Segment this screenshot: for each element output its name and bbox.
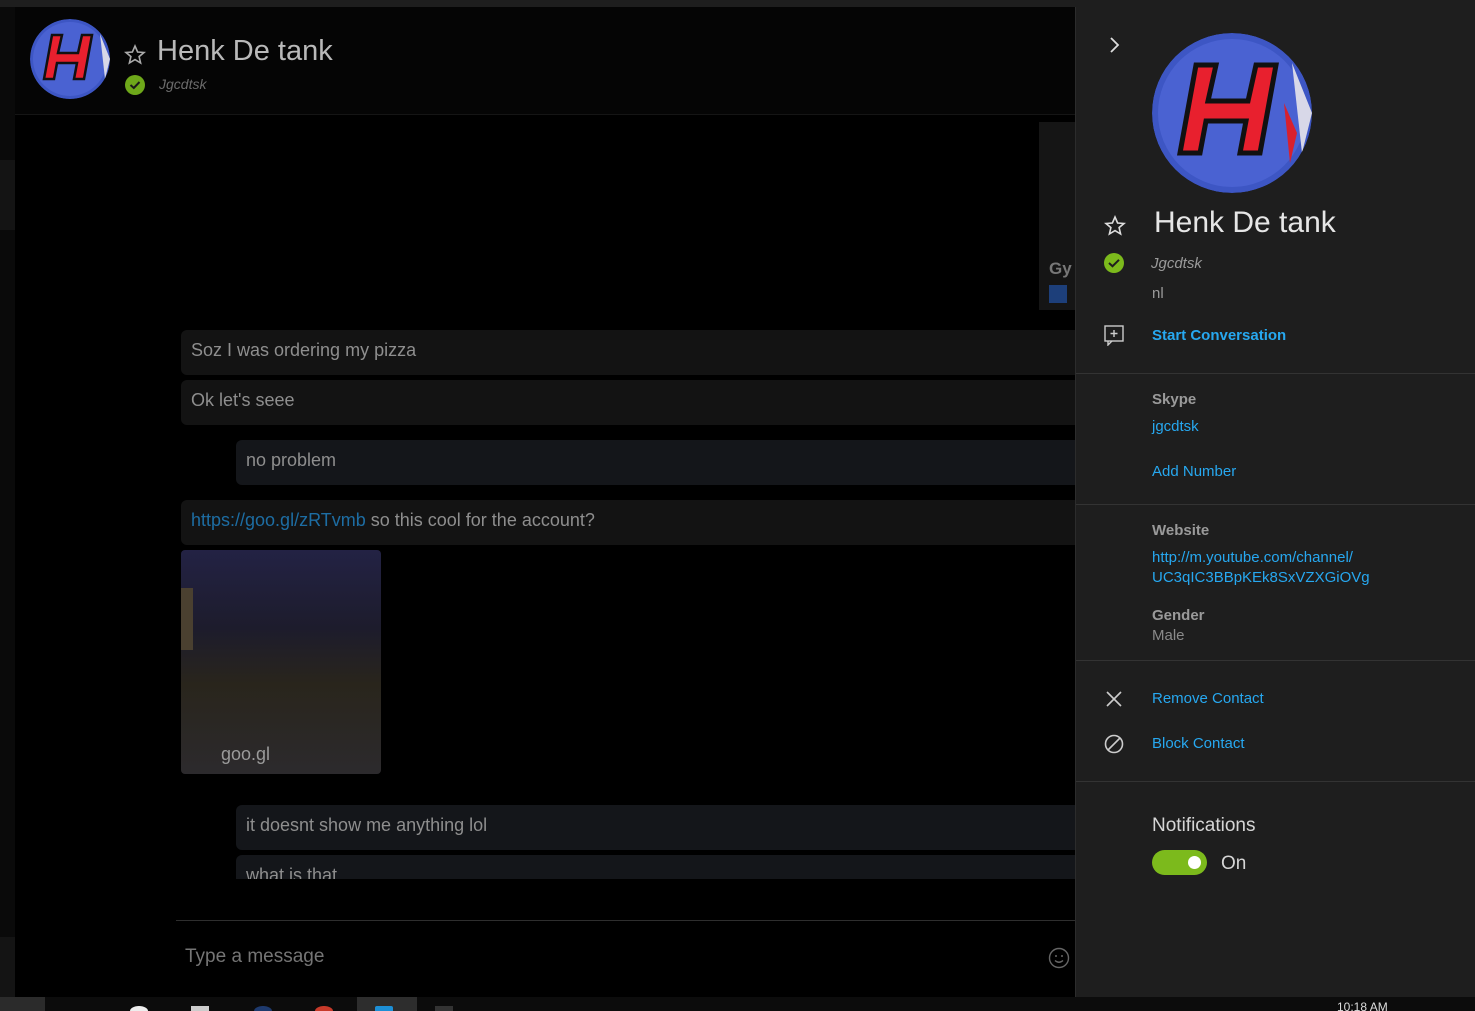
message-text: so this cool for the account? — [365, 510, 595, 530]
skype-taskbar-icon — [375, 1006, 393, 1011]
contact-profile-panel: Henk De tank Jgcdtsk nl Start Conversati… — [1075, 7, 1475, 997]
add-conversation-icon[interactable] — [1103, 324, 1125, 347]
message-outgoing[interactable]: it doesnt show me anything lol — [236, 805, 1075, 850]
chat-header: Henk De tank Jgcdtsk — [15, 7, 1075, 115]
message-text: it doesnt show me anything lol — [246, 815, 488, 835]
message-outgoing[interactable]: what is that — [236, 855, 1075, 879]
taskbar-active-app[interactable] — [357, 997, 417, 1011]
add-number-link[interactable]: Add Number — [1152, 462, 1236, 482]
left-nav-segment — [0, 937, 15, 997]
message-text: no problem — [246, 450, 337, 470]
message-clip-area: what is that — [176, 855, 1075, 879]
close-icon[interactable] — [1104, 689, 1124, 709]
remove-contact-link[interactable]: Remove Contact — [1152, 689, 1264, 709]
notifications-toggle[interactable] — [1152, 850, 1207, 875]
message-incoming[interactable]: Ok let's seee — [181, 380, 1075, 425]
favorite-star-icon[interactable] — [123, 43, 147, 67]
taskbar-app-icon[interactable] — [254, 1006, 272, 1011]
panel-divider — [1076, 504, 1475, 505]
skype-label: Skype — [1152, 391, 1197, 408]
taskbar-clock[interactable]: 10:18 AM — [1337, 1000, 1388, 1011]
panel-divider — [1076, 373, 1475, 374]
message-link[interactable]: https://goo.gl/zRTvmb — [191, 510, 366, 530]
toggle-knob — [1188, 856, 1201, 869]
left-nav-strip — [0, 7, 15, 997]
block-icon[interactable] — [1104, 734, 1124, 754]
taskbar-app-icon[interactable] — [435, 1006, 453, 1011]
compose-divider — [176, 920, 1075, 921]
status-check-icon — [1103, 252, 1125, 274]
media-card-text: Gy — [1049, 259, 1072, 278]
status-check-icon — [125, 75, 145, 95]
gender-value: Male — [1152, 627, 1185, 644]
message-incoming[interactable]: https://goo.gl/zRTvmb so this cool for t… — [181, 500, 1075, 545]
skype-id-link[interactable]: jgcdtsk — [1152, 417, 1199, 437]
start-conversation-link[interactable]: Start Conversation — [1152, 327, 1286, 344]
profile-mood: Jgcdtsk — [1151, 255, 1202, 272]
chevron-right-icon[interactable] — [1104, 35, 1124, 55]
taskbar: 10:18 AM — [0, 997, 1475, 1011]
chat-contact-name: Henk De tank — [157, 35, 333, 67]
profile-name: Henk De tank — [1154, 206, 1336, 239]
website-link-line1[interactable]: http://m.youtube.com/channel/ — [1152, 548, 1353, 568]
contact-avatar[interactable] — [30, 19, 110, 99]
link-preview-domain: goo.gl — [221, 744, 271, 764]
favorite-star-icon[interactable] — [1103, 214, 1127, 238]
panel-divider — [1076, 660, 1475, 661]
left-nav-segment — [0, 160, 15, 230]
start-button[interactable] — [0, 997, 45, 1011]
block-contact-link[interactable]: Block Contact — [1152, 734, 1245, 754]
gender-label: Gender — [1152, 607, 1205, 624]
profile-avatar[interactable] — [1152, 33, 1312, 193]
message-text: what is that — [246, 865, 338, 879]
preview-image-detail — [181, 588, 193, 650]
taskbar-app-icon[interactable] — [315, 1006, 333, 1011]
emoji-icon[interactable] — [1048, 947, 1070, 969]
panel-divider — [1076, 781, 1475, 782]
notifications-state: On — [1221, 853, 1247, 874]
message-input[interactable] — [185, 946, 1025, 968]
search-icon[interactable] — [130, 1006, 148, 1011]
task-view-icon[interactable] — [191, 1006, 209, 1011]
website-label: Website — [1152, 522, 1210, 539]
message-outgoing[interactable]: no problem — [236, 440, 1075, 485]
message-text: Soz I was ordering my pizza — [191, 340, 417, 360]
profile-location: nl — [1152, 285, 1164, 302]
media-card-partial[interactable]: Gy — [1039, 122, 1075, 310]
message-text: Ok let's seee — [191, 390, 295, 410]
media-card-thumb — [1049, 285, 1067, 303]
link-preview-card[interactable]: goo.gl — [181, 550, 381, 774]
window-top-strip — [0, 0, 1475, 7]
notifications-label: Notifications — [1152, 815, 1256, 836]
chat-contact-mood: Jgcdtsk — [159, 76, 207, 92]
message-incoming[interactable]: Soz I was ordering my pizza — [181, 330, 1075, 375]
website-link-line2[interactable]: UC3qIC3BBpKEk8SxVZXGiOVg — [1152, 568, 1370, 588]
